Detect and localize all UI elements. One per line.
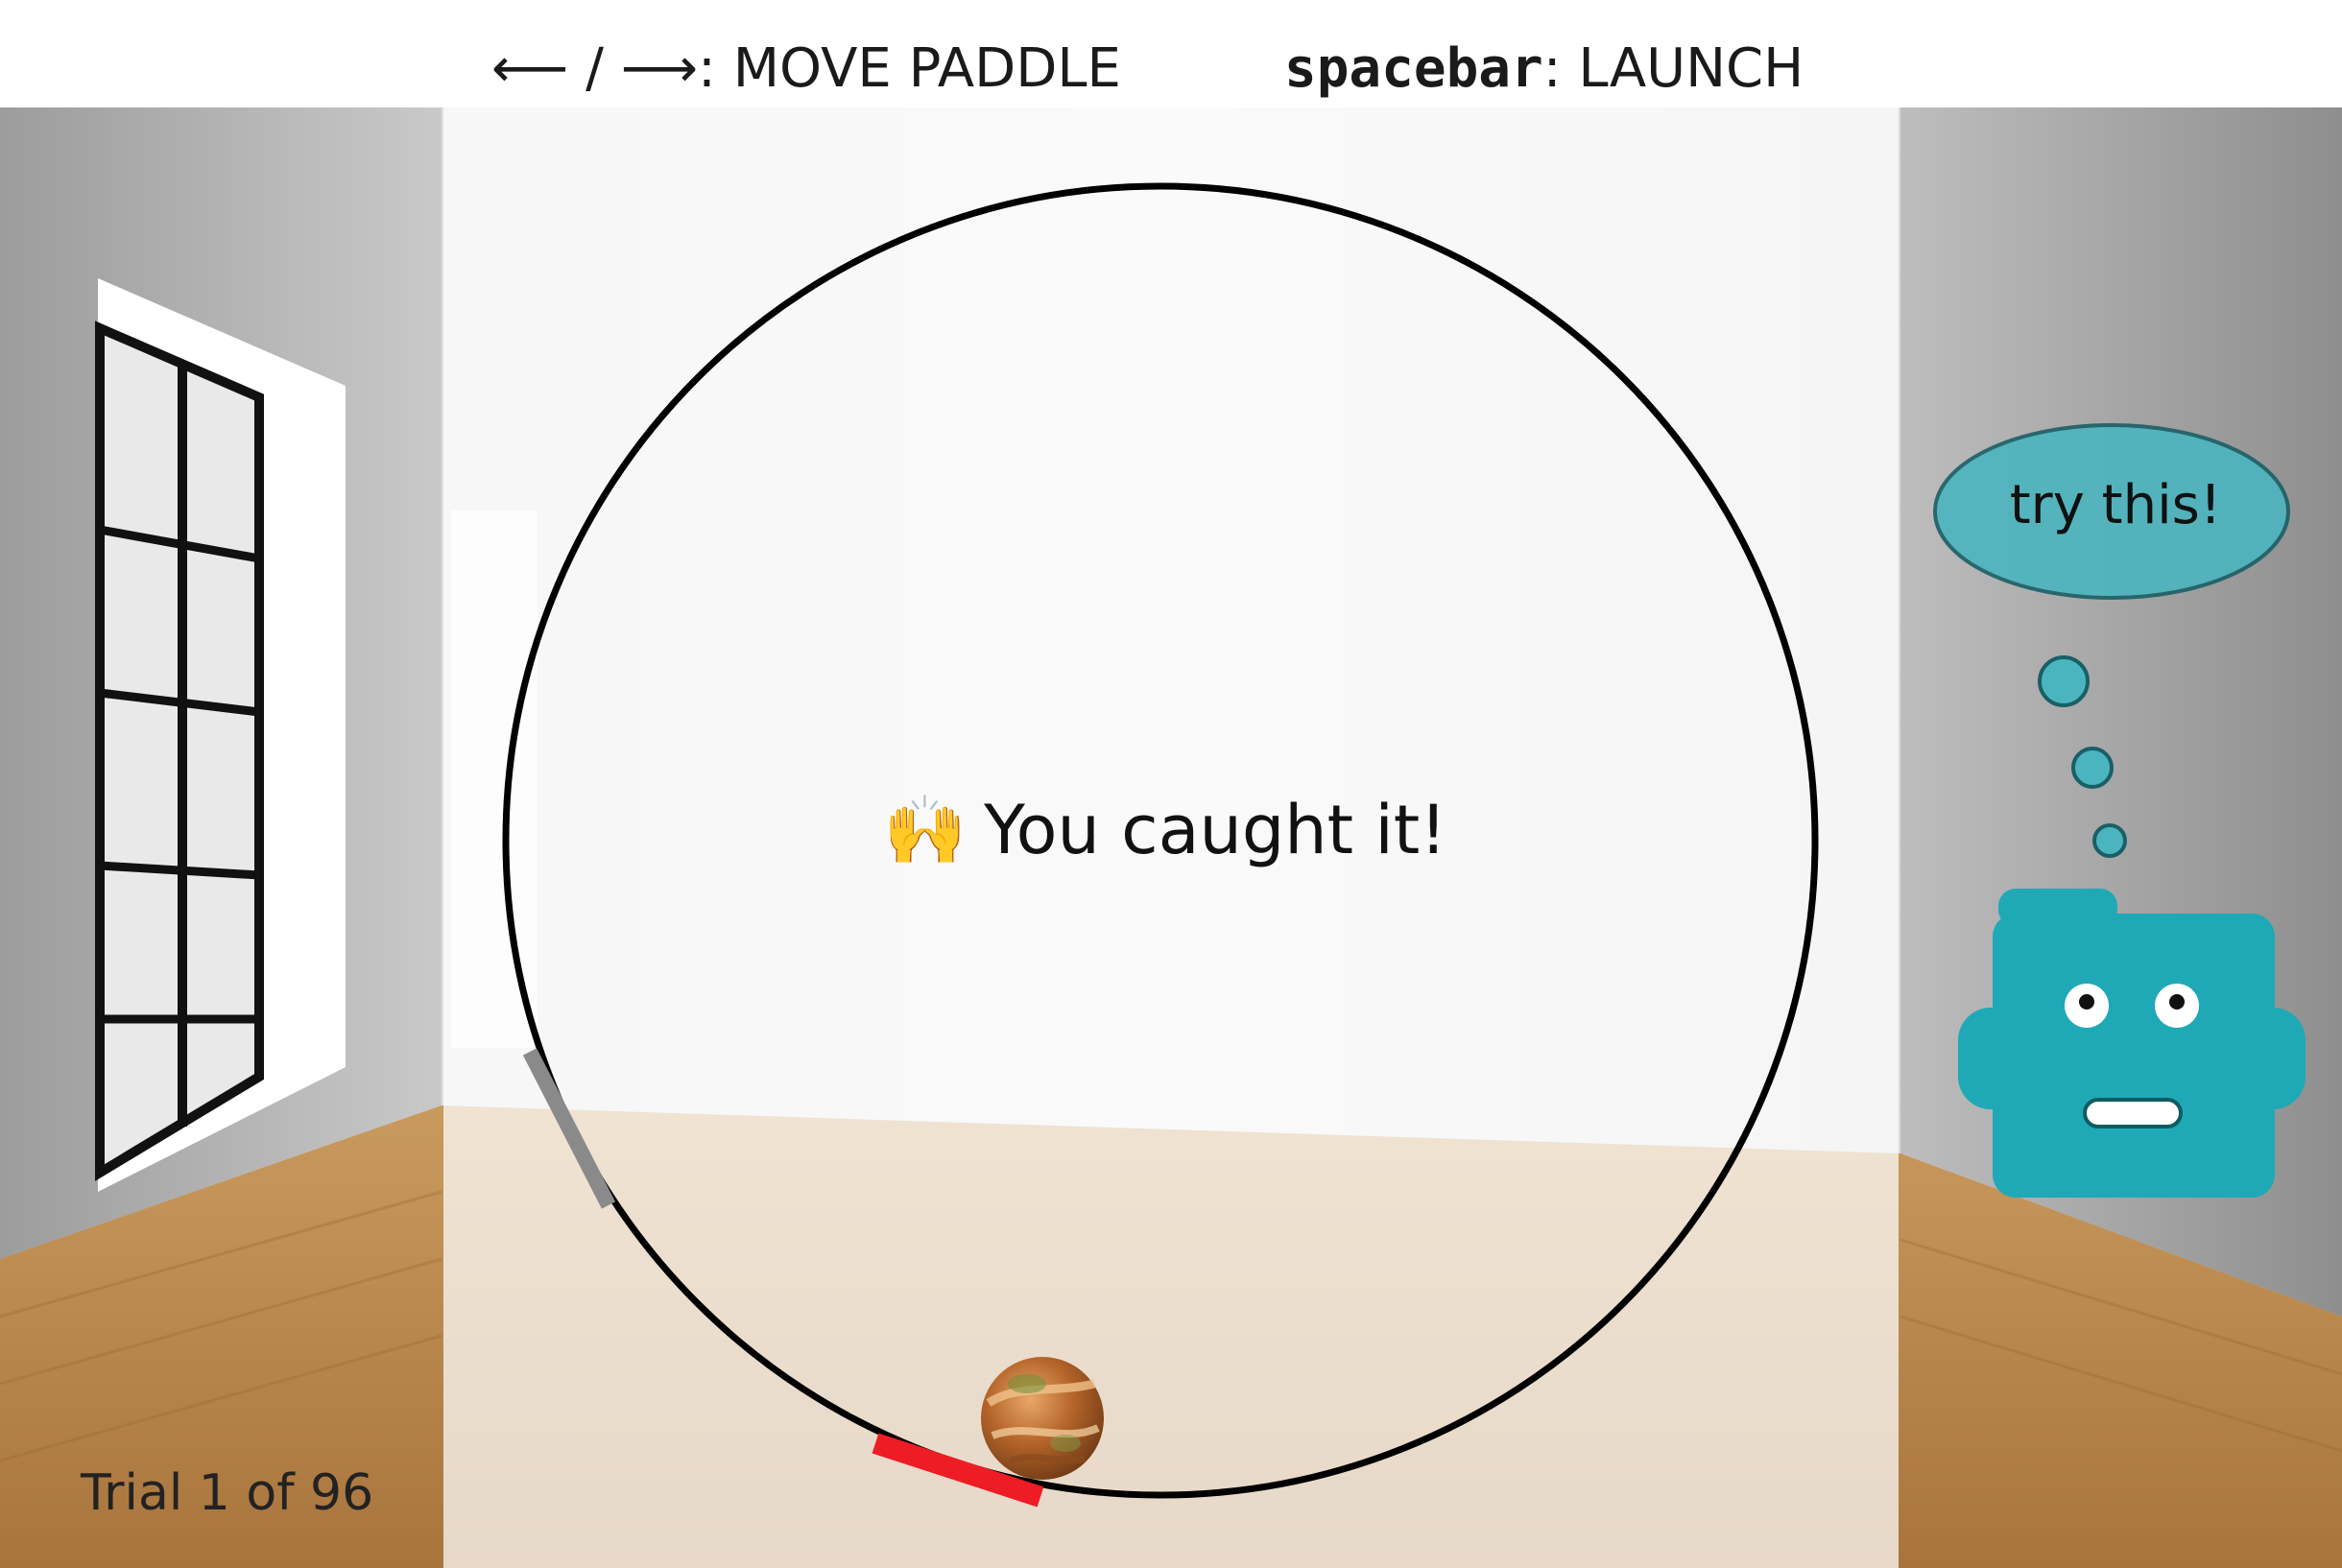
thought-dot-large (2038, 655, 2090, 707)
robot-face-icon (1958, 889, 2306, 1198)
window-left (95, 278, 346, 1192)
raised-hands-icon: 🙌 (883, 791, 968, 869)
feedback-message: 🙌 You caught it! (883, 787, 1446, 873)
thought-dot-medium (2071, 747, 2114, 789)
launch-instruction: spacebar: LAUNCH (1284, 33, 1804, 106)
feedback-text: You caught it! (984, 791, 1447, 869)
game-stage: ⟵ / ⟶: MOVE PADDLE spacebar: LAUNCH 🙌 Yo… (0, 0, 2342, 1568)
trial-counter: Trial 1 of 96 (81, 1464, 374, 1522)
planet-ball-icon (981, 1357, 1104, 1480)
arrow-keys-label: ⟵ / ⟶ (491, 37, 699, 100)
launch-label: : LAUNCH (1542, 37, 1804, 100)
move-paddle-label: : MOVE PADDLE (698, 37, 1121, 100)
bubble-text: try this! (2009, 474, 2222, 536)
spacebar-key-label: spacebar (1284, 37, 1543, 100)
thought-dot-small (2092, 823, 2127, 858)
instructions-bar: ⟵ / ⟶: MOVE PADDLE spacebar: LAUNCH (0, 0, 2342, 107)
move-instruction: ⟵ / ⟶: MOVE PADDLE (491, 33, 1121, 106)
